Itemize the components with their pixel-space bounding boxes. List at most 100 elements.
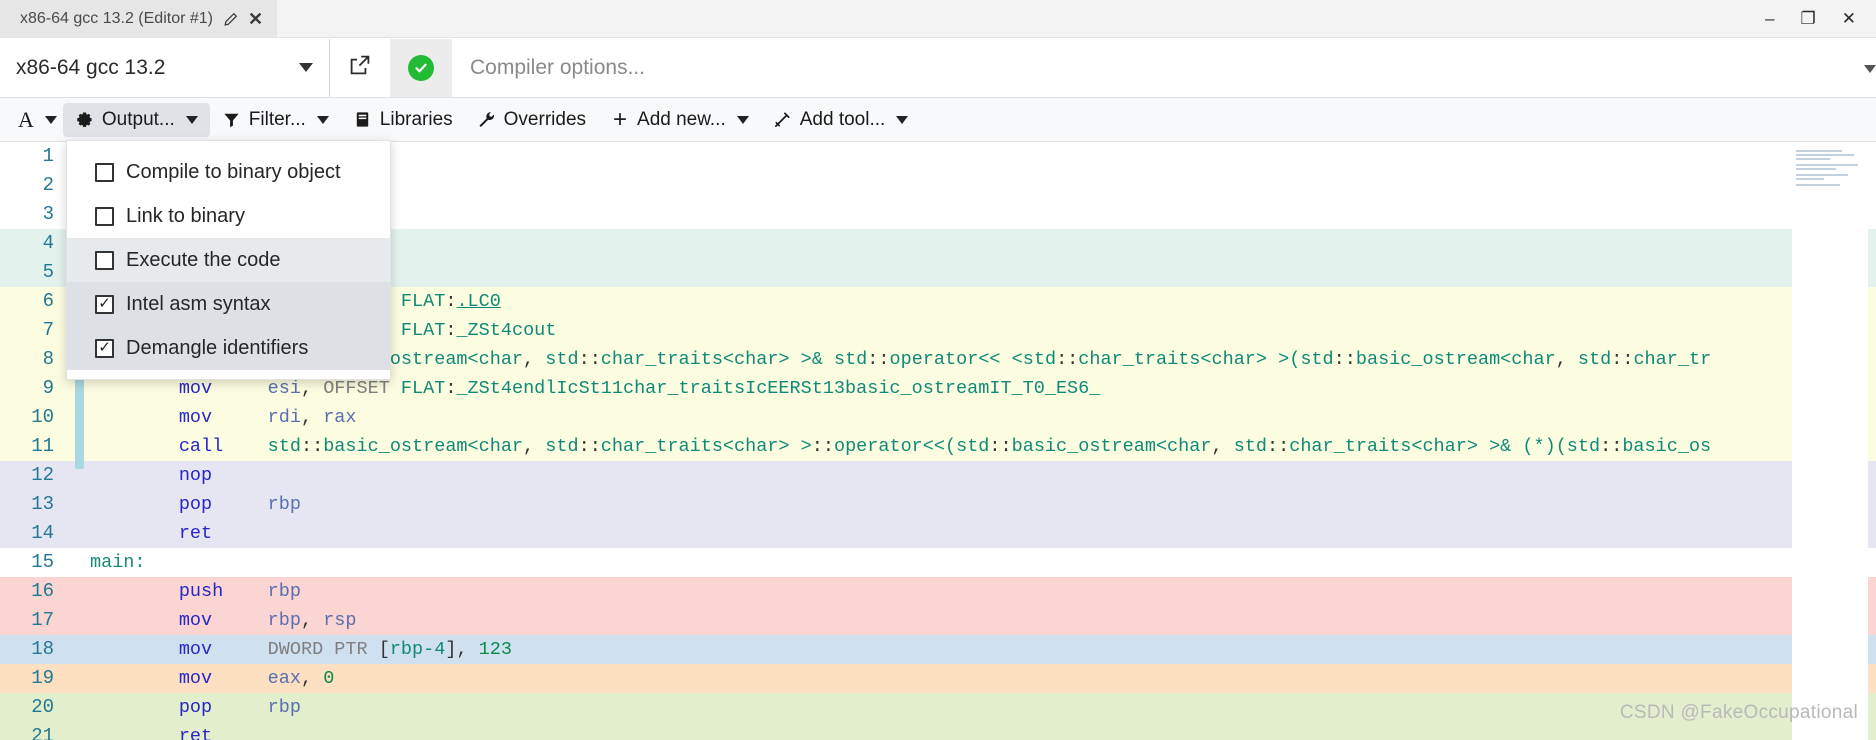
chevron-down-icon <box>299 63 313 72</box>
line-number: 5 <box>42 261 54 283</box>
libraries-label: Libraries <box>379 108 453 130</box>
editor-toolbar: A Output... Filter... Libraries Override… <box>0 98 1876 142</box>
book-icon <box>353 110 373 130</box>
compile-status-button[interactable] <box>390 38 452 97</box>
pencil-icon[interactable] <box>223 12 238 27</box>
libraries-button[interactable]: Libraries <box>341 103 465 137</box>
code-line[interactable]: mov DWORD PTR [rbp-4], 123 <box>90 635 1876 664</box>
line-number: 21 <box>31 725 54 740</box>
checkbox-checked-icon[interactable]: ✓ <box>95 338 114 358</box>
minimap-line <box>1796 154 1854 156</box>
popout-button[interactable] <box>330 39 390 97</box>
code-line[interactable]: pop rbp <box>90 490 1876 519</box>
code-line[interactable]: push rbp <box>90 577 1876 606</box>
add-tool-button[interactable]: Add tool... <box>761 103 921 137</box>
maximize-button[interactable]: ❐ <box>1801 10 1816 27</box>
line-number: 7 <box>42 319 54 341</box>
line-number: 6 <box>42 290 54 312</box>
line-number: 15 <box>31 551 54 573</box>
editor-tab-label: x86-64 gcc 13.2 (Editor #1) <box>20 10 213 27</box>
window-close-button[interactable]: ✕ <box>1842 10 1856 27</box>
check-circle-icon <box>408 54 434 81</box>
filter-icon <box>222 110 242 130</box>
output-menu-item-label: Compile to binary object <box>126 160 341 183</box>
watermark-text: CSDN @FakeOccupational <box>1619 702 1858 723</box>
line-number: 10 <box>31 406 54 428</box>
font-size-button[interactable]: A <box>8 103 63 137</box>
chevron-down-icon <box>185 115 198 124</box>
compiler-bar: x86-64 gcc 13.2 Compiler options... <box>0 38 1876 98</box>
code-line[interactable]: ret <box>90 519 1876 548</box>
code-line[interactable]: main: <box>90 548 1876 577</box>
line-number: 1 <box>42 145 54 167</box>
chevron-down-icon <box>896 115 909 124</box>
add-new-button[interactable]: + Add new... <box>598 103 761 137</box>
checkbox-unchecked-icon[interactable]: ✓ <box>95 162 114 182</box>
output-menu-item-label: Link to binary <box>126 204 245 227</box>
output-menu-item-label: Intel asm syntax <box>126 292 271 315</box>
line-number: 9 <box>42 377 54 399</box>
output-menu-item-label: Execute the code <box>126 248 281 271</box>
code-line[interactable]: call std::basic_ostream<char, std::char_… <box>90 432 1876 461</box>
compiler-options-input[interactable]: Compiler options... <box>452 39 1834 97</box>
add-new-label: Add new... <box>637 108 726 130</box>
minimap-line <box>1796 164 1858 166</box>
output-menu-button[interactable]: Output... <box>62 102 210 137</box>
minimize-button[interactable]: – <box>1765 10 1774 27</box>
vertical-scrollbar[interactable] <box>1868 284 1876 740</box>
minimap-line <box>1796 178 1824 180</box>
output-menu-item[interactable]: ✓ Demangle identifiers <box>67 326 390 370</box>
colab-explorer-window: x86-64 gcc 13.2 (Editor #1) ✕ – ❐ ✕ x86-… <box>0 0 1876 740</box>
checkbox-checked-icon[interactable]: ✓ <box>95 294 114 314</box>
line-number: 17 <box>31 609 54 631</box>
line-number: 12 <box>31 464 54 486</box>
filter-menu-button[interactable]: Filter... <box>210 103 341 137</box>
window-controls: – ❐ ✕ <box>1765 0 1876 37</box>
code-line[interactable]: mov rbp, rsp <box>90 606 1876 635</box>
plus-icon: + <box>613 105 628 133</box>
close-icon[interactable]: ✕ <box>248 10 263 28</box>
code-line[interactable]: pop rbp <box>90 693 1876 722</box>
output-menu-item[interactable]: ✓ Execute the code <box>67 238 390 282</box>
tool-icon <box>773 110 793 130</box>
title-bar: x86-64 gcc 13.2 (Editor #1) ✕ – ❐ ✕ <box>0 0 1876 38</box>
output-menu-item[interactable]: ✓ Intel asm syntax <box>67 282 390 326</box>
line-number-gutter: 1 2 3 4 5 6 7 8 9 10 11 12 13 14 15 16 17 18 19 20 21 <box>0 142 62 740</box>
minimap-line <box>1796 158 1830 160</box>
line-number: 18 <box>31 638 54 660</box>
line-number: 3 <box>42 203 54 225</box>
overrides-label: Overrides <box>503 108 587 130</box>
wrench-icon <box>477 110 497 130</box>
compiler-bar-expand-button[interactable] <box>1834 39 1876 97</box>
popout-icon <box>348 53 372 82</box>
output-menu-item[interactable]: ✓ Link to binary <box>67 194 390 238</box>
line-number: 4 <box>42 232 54 254</box>
minimap-line <box>1796 150 1842 152</box>
output-menu-item[interactable]: ✓ Compile to binary object <box>67 150 390 194</box>
overrides-button[interactable]: Overrides <box>465 103 598 137</box>
compiler-name-label: x86-64 gcc 13.2 <box>16 55 166 79</box>
output-dropdown-menu[interactable]: ✓ Compile to binary object ✓ Link to binary… <box>66 140 391 380</box>
editor-tab[interactable]: x86-64 gcc 13.2 (Editor #1) ✕ <box>0 0 278 38</box>
code-line[interactable]: nop <box>90 461 1876 490</box>
checkbox-unchecked-icon[interactable]: ✓ <box>95 206 114 226</box>
code-line[interactable]: ret <box>90 722 1876 740</box>
code-minimap[interactable] <box>1792 142 1868 740</box>
gear-icon <box>75 110 95 130</box>
code-line[interactable]: mov eax, 0 <box>90 664 1876 693</box>
compiler-select[interactable]: x86-64 gcc 13.2 <box>0 38 330 97</box>
minimap-line <box>1796 168 1836 170</box>
minimap-line <box>1796 174 1848 176</box>
line-number: 20 <box>31 696 54 718</box>
checkbox-unchecked-icon[interactable]: ✓ <box>95 250 114 270</box>
minimap-line <box>1796 184 1840 186</box>
line-number: 19 <box>31 667 54 689</box>
output-menu-item-label: Demangle identifiers <box>126 336 309 359</box>
code-line[interactable]: mov rdi, rax <box>90 403 1876 432</box>
line-number: 2 <box>42 174 54 196</box>
line-number: 14 <box>31 522 54 544</box>
chevron-down-icon <box>736 115 749 124</box>
add-tool-label: Add tool... <box>799 108 886 130</box>
line-number: 16 <box>31 580 54 602</box>
line-number: 8 <box>42 348 54 370</box>
